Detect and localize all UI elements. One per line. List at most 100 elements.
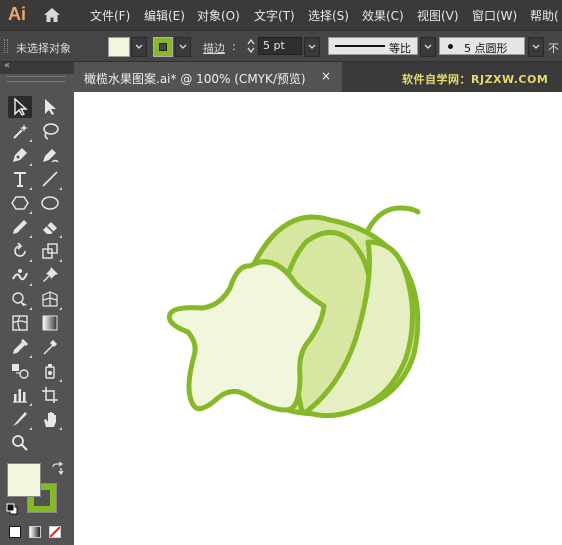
slice-tool[interactable] <box>8 408 32 430</box>
starfruit-artwork[interactable] <box>74 92 562 545</box>
symbol-sprayer-tool[interactable] <box>38 360 62 382</box>
tool-flyout-indicator <box>59 235 62 238</box>
column-graph-icon <box>13 389 27 403</box>
polygon-tool[interactable] <box>8 192 32 214</box>
none-mode-button[interactable] <box>49 526 61 538</box>
collapse-icon[interactable]: « <box>4 60 10 71</box>
color-mode-button[interactable] <box>9 526 21 538</box>
stroke-weight-stepper[interactable] <box>245 37 257 55</box>
blend-tool[interactable] <box>8 360 32 382</box>
warp-icon <box>12 269 28 281</box>
perspective-grid-tool[interactable] <box>38 288 62 310</box>
pen-nib-icon <box>13 148 27 162</box>
brush-dot-preview <box>448 44 453 49</box>
swap-fill-stroke-icon[interactable] <box>50 462 64 476</box>
menu-file[interactable]: 文件(F) <box>90 7 130 24</box>
tool-flyout-indicator <box>59 307 62 310</box>
menu-select[interactable]: 选择(S) <box>308 7 349 24</box>
selection-arrow-icon <box>14 97 28 116</box>
menu-effect[interactable]: 效果(C) <box>362 7 404 24</box>
eyedropper-icon <box>13 338 29 354</box>
shape-builder-tool[interactable] <box>8 288 32 310</box>
tool-flyout-indicator <box>29 283 32 286</box>
tools-panel-grip[interactable] <box>6 76 66 82</box>
gradient-tool[interactable] <box>38 312 62 334</box>
fill-dropdown[interactable] <box>131 37 147 57</box>
pin-tool[interactable] <box>38 264 62 286</box>
home-icon[interactable] <box>42 5 62 25</box>
selection-tool[interactable] <box>8 96 32 118</box>
control-bar: 未选择对象 描边 : 5 pt 等比 5 点圆形 不 <box>0 30 562 62</box>
menu-help[interactable]: 帮助( <box>530 7 559 24</box>
close-icon[interactable]: × <box>321 69 331 83</box>
ellipse-tool[interactable] <box>38 192 62 214</box>
perspective-grid-icon <box>42 291 58 307</box>
curvature-tool[interactable] <box>38 144 62 166</box>
column-graph-tool[interactable] <box>8 384 32 406</box>
tool-flyout-indicator <box>29 259 32 262</box>
measure-tool[interactable] <box>38 336 62 358</box>
lasso-tool[interactable] <box>38 120 62 142</box>
stroke-color-swatch[interactable] <box>153 37 173 57</box>
type-t-icon <box>14 172 26 187</box>
stroke-color-dropdown[interactable] <box>175 37 191 57</box>
default-fill-stroke-icon[interactable] <box>6 503 18 515</box>
chevron-down-icon <box>424 44 432 49</box>
stroke-weight-dropdown[interactable] <box>304 37 320 57</box>
menu-type[interactable]: 文字(T) <box>254 7 295 24</box>
variable-width-profile[interactable]: 等比 <box>328 37 418 55</box>
direct-selection-tool[interactable] <box>38 96 62 118</box>
menu-view[interactable]: 视图(V) <box>417 7 459 24</box>
menu-window[interactable]: 窗口(W) <box>472 7 517 24</box>
profile-dropdown[interactable] <box>420 37 436 57</box>
document-tab[interactable]: 橄榄水果图案.ai* @ 100% (CMYK/预览) × <box>74 62 342 92</box>
artboard-tool[interactable] <box>38 384 62 406</box>
stroke-label[interactable]: 描边 <box>203 40 225 56</box>
tool-flyout-indicator <box>29 355 32 358</box>
tool-flyout-indicator <box>29 235 32 238</box>
magic-wand-icon <box>13 124 28 139</box>
line-segment-tool[interactable] <box>38 168 62 190</box>
watermark-text: 软件自学网：RJZXW.COM <box>402 73 549 86</box>
eraser-tool[interactable] <box>38 216 62 238</box>
chevron-down-icon <box>135 44 143 49</box>
rotate-icon <box>14 242 26 257</box>
gradient-mode-button[interactable] <box>29 526 41 538</box>
document-tab-title: 橄榄水果图案.ai* @ 100% (CMYK/预览) <box>84 72 306 86</box>
tool-flyout-indicator <box>29 163 32 166</box>
chevron-down-icon <box>179 44 187 49</box>
brush-definition[interactable]: 5 点圆形 <box>439 37 525 55</box>
fill-color-swatch[interactable] <box>108 37 130 57</box>
puppet-warp-tool[interactable] <box>8 264 32 286</box>
rotate-tool[interactable] <box>8 240 32 262</box>
menu-edit[interactable]: 编辑(E) <box>144 7 185 24</box>
tools-panel: « <box>0 60 74 545</box>
mesh-tool[interactable] <box>8 312 32 334</box>
chevron-down-icon <box>308 44 316 49</box>
control-bar-grip[interactable] <box>4 39 8 53</box>
measure-icon <box>43 340 57 355</box>
selection-status: 未选择对象 <box>16 42 71 55</box>
tool-flyout-indicator <box>59 187 62 190</box>
artboard-icon <box>42 387 58 403</box>
shape-builder-icon <box>12 292 27 306</box>
brush-dropdown[interactable] <box>528 37 544 57</box>
zoom-tool[interactable] <box>8 432 32 454</box>
eyedropper-tool[interactable] <box>8 336 32 358</box>
magnifier-icon <box>12 435 28 451</box>
hand-tool[interactable] <box>38 408 62 430</box>
tool-flyout-indicator <box>59 259 62 262</box>
polygon-icon <box>11 196 29 210</box>
pen-tool[interactable] <box>8 144 32 166</box>
pencil-tool[interactable] <box>8 216 32 238</box>
magic-wand-tool[interactable] <box>8 120 32 142</box>
scale-tool[interactable] <box>38 240 62 262</box>
tool-flyout-indicator <box>29 427 32 430</box>
opacity-label[interactable]: 不 <box>548 40 559 56</box>
artboard-canvas[interactable] <box>74 92 562 545</box>
type-tool[interactable] <box>8 168 32 190</box>
menu-object[interactable]: 对象(O) <box>197 7 240 24</box>
stroke-weight-input[interactable]: 5 pt <box>258 37 302 55</box>
fill-color-indicator[interactable] <box>7 463 41 497</box>
tool-flyout-indicator <box>29 187 32 190</box>
